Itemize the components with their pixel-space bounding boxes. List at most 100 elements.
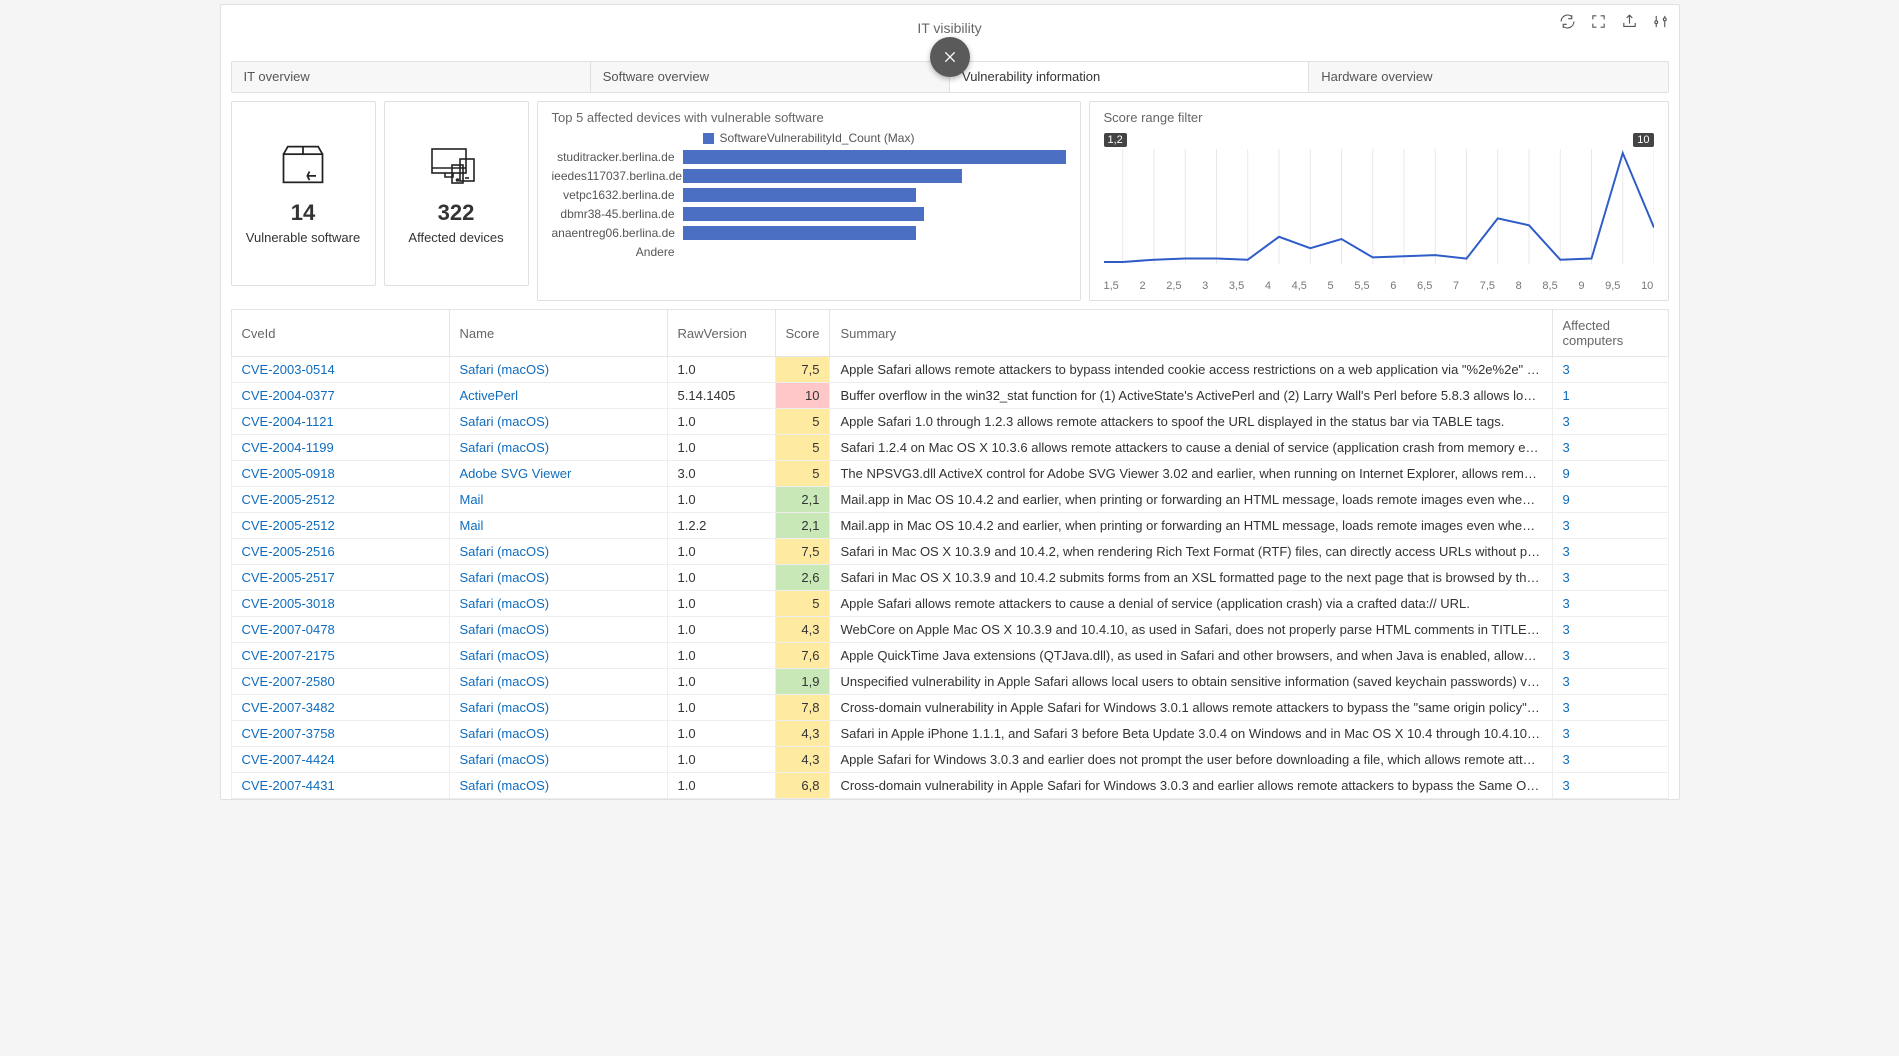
chart-score-filter[interactable]: Score range filter 1,2 10 1,522,533,544,… — [1089, 101, 1669, 301]
software-link[interactable]: Safari (macOS) — [449, 591, 667, 617]
cve-link[interactable]: CVE-2004-1121 — [231, 409, 449, 435]
software-link[interactable]: Safari (macOS) — [449, 747, 667, 773]
cve-link[interactable]: CVE-2003-0514 — [231, 357, 449, 383]
bar-row[interactable]: dbmr38-45.berlina.de — [552, 206, 1066, 222]
cve-link[interactable]: CVE-2004-0377 — [231, 383, 449, 409]
cve-link[interactable]: CVE-2007-0478 — [231, 617, 449, 643]
tab-vulnerability-information[interactable]: Vulnerability information — [950, 62, 1309, 92]
affected-link[interactable]: 3 — [1552, 435, 1668, 461]
affected-link[interactable]: 3 — [1552, 591, 1668, 617]
affected-link[interactable]: 3 — [1552, 643, 1668, 669]
table-row: CVE-2007-3758Safari (macOS)1.04,3Safari … — [231, 721, 1668, 747]
range-min-handle[interactable]: 1,2 — [1104, 133, 1127, 147]
column-header[interactable]: Score — [775, 310, 830, 357]
software-link[interactable]: Mail — [449, 513, 667, 539]
affected-link[interactable]: 3 — [1552, 773, 1668, 799]
column-header[interactable]: Name — [449, 310, 667, 357]
affected-link[interactable]: 3 — [1552, 357, 1668, 383]
affected-link[interactable]: 3 — [1552, 513, 1668, 539]
chart-title: Top 5 affected devices with vulnerable s… — [552, 110, 1066, 125]
software-link[interactable]: Safari (macOS) — [449, 773, 667, 799]
software-link[interactable]: Safari (macOS) — [449, 357, 667, 383]
software-link[interactable]: Safari (macOS) — [449, 669, 667, 695]
chart-top5-devices[interactable]: Top 5 affected devices with vulnerable s… — [537, 101, 1081, 301]
software-link[interactable]: Safari (macOS) — [449, 695, 667, 721]
axis-tick: 6,5 — [1417, 280, 1432, 292]
tab-hardware-overview[interactable]: Hardware overview — [1309, 62, 1667, 92]
stat-vulnerable-software[interactable]: 14 Vulnerable software — [231, 101, 376, 286]
bar-fill — [683, 150, 1066, 164]
bar-row[interactable]: vetpc1632.berlina.de — [552, 187, 1066, 203]
raw-version: 1.2.2 — [667, 513, 775, 539]
table-row: CVE-2005-2512Mail1.02,1Mail.app in Mac O… — [231, 487, 1668, 513]
bar-label: studitracker.berlina.de — [552, 150, 683, 164]
bar-row[interactable]: Andere — [552, 244, 1066, 260]
column-header[interactable]: CveId — [231, 310, 449, 357]
cve-link[interactable]: CVE-2005-2512 — [231, 513, 449, 539]
cve-link[interactable]: CVE-2004-1199 — [231, 435, 449, 461]
affected-link[interactable]: 3 — [1552, 669, 1668, 695]
affected-link[interactable]: 3 — [1552, 617, 1668, 643]
software-link[interactable]: Adobe SVG Viewer — [449, 461, 667, 487]
axis-tick: 5,5 — [1354, 280, 1369, 292]
affected-link[interactable]: 1 — [1552, 383, 1668, 409]
bar-row[interactable]: studitracker.berlina.de — [552, 149, 1066, 165]
refresh-icon[interactable] — [1559, 13, 1576, 30]
table-row: CVE-2007-2580Safari (macOS)1.01,9Unspeci… — [231, 669, 1668, 695]
cve-link[interactable]: CVE-2007-2580 — [231, 669, 449, 695]
affected-link[interactable]: 3 — [1552, 565, 1668, 591]
stat-affected-devices[interactable]: 322 Affected devices — [384, 101, 529, 286]
software-link[interactable]: Safari (macOS) — [449, 721, 667, 747]
table-row: CVE-2005-2517Safari (macOS)1.02,6Safari … — [231, 565, 1668, 591]
summary-cell: The NPSVG3.dll ActiveX control for Adobe… — [830, 461, 1552, 487]
affected-link[interactable]: 9 — [1552, 487, 1668, 513]
software-link[interactable]: ActivePerl — [449, 383, 667, 409]
column-header[interactable]: Affected computers — [1552, 310, 1668, 357]
software-link[interactable]: Safari (macOS) — [449, 409, 667, 435]
software-link[interactable]: Safari (macOS) — [449, 435, 667, 461]
software-link[interactable]: Safari (macOS) — [449, 617, 667, 643]
software-link[interactable]: Safari (macOS) — [449, 565, 667, 591]
devices-icon — [428, 143, 484, 190]
settings-sliders-icon[interactable] — [1652, 13, 1669, 30]
export-icon[interactable] — [1621, 13, 1638, 30]
software-link[interactable]: Safari (macOS) — [449, 539, 667, 565]
affected-link[interactable]: 3 — [1552, 539, 1668, 565]
affected-link[interactable]: 3 — [1552, 695, 1668, 721]
affected-link[interactable]: 3 — [1552, 721, 1668, 747]
axis-tick: 1,5 — [1104, 280, 1119, 292]
bar-row[interactable]: ieedes117037.berlina.de — [552, 168, 1066, 184]
cve-link[interactable]: CVE-2007-4424 — [231, 747, 449, 773]
cve-link[interactable]: CVE-2007-2175 — [231, 643, 449, 669]
page-title: IT visibility — [917, 20, 981, 36]
affected-link[interactable]: 9 — [1552, 461, 1668, 487]
cve-link[interactable]: CVE-2005-2516 — [231, 539, 449, 565]
software-link[interactable]: Mail — [449, 487, 667, 513]
score-cell: 4,3 — [775, 617, 830, 643]
cve-link[interactable]: CVE-2005-2517 — [231, 565, 449, 591]
software-link[interactable]: Safari (macOS) — [449, 643, 667, 669]
score-cell: 2,1 — [775, 487, 830, 513]
cve-link[interactable]: CVE-2005-2512 — [231, 487, 449, 513]
affected-link[interactable]: 3 — [1552, 747, 1668, 773]
tab-it-overview[interactable]: IT overview — [232, 62, 591, 92]
score-cell: 7,8 — [775, 695, 830, 721]
cve-link[interactable]: CVE-2005-3018 — [231, 591, 449, 617]
bar-label: ieedes117037.berlina.de — [552, 169, 683, 183]
summary-cell: Cross-domain vulnerability in Apple Safa… — [830, 695, 1552, 721]
cve-link[interactable]: CVE-2005-0918 — [231, 461, 449, 487]
bar-row[interactable]: anaentreg06.berlina.de — [552, 225, 1066, 241]
axis-tick: 4 — [1265, 280, 1271, 292]
table-row: CVE-2003-0514Safari (macOS)1.07,5Apple S… — [231, 357, 1668, 383]
fullscreen-icon[interactable] — [1590, 13, 1607, 30]
column-header[interactable]: RawVersion — [667, 310, 775, 357]
tab-software-overview[interactable]: Software overview — [591, 62, 950, 92]
column-header[interactable]: Summary — [830, 310, 1552, 357]
affected-link[interactable]: 3 — [1552, 409, 1668, 435]
close-button[interactable] — [930, 37, 970, 77]
cve-link[interactable]: CVE-2007-3758 — [231, 721, 449, 747]
bar-label: vetpc1632.berlina.de — [552, 188, 683, 202]
cve-link[interactable]: CVE-2007-3482 — [231, 695, 449, 721]
cve-link[interactable]: CVE-2007-4431 — [231, 773, 449, 799]
range-max-handle[interactable]: 10 — [1633, 133, 1653, 147]
